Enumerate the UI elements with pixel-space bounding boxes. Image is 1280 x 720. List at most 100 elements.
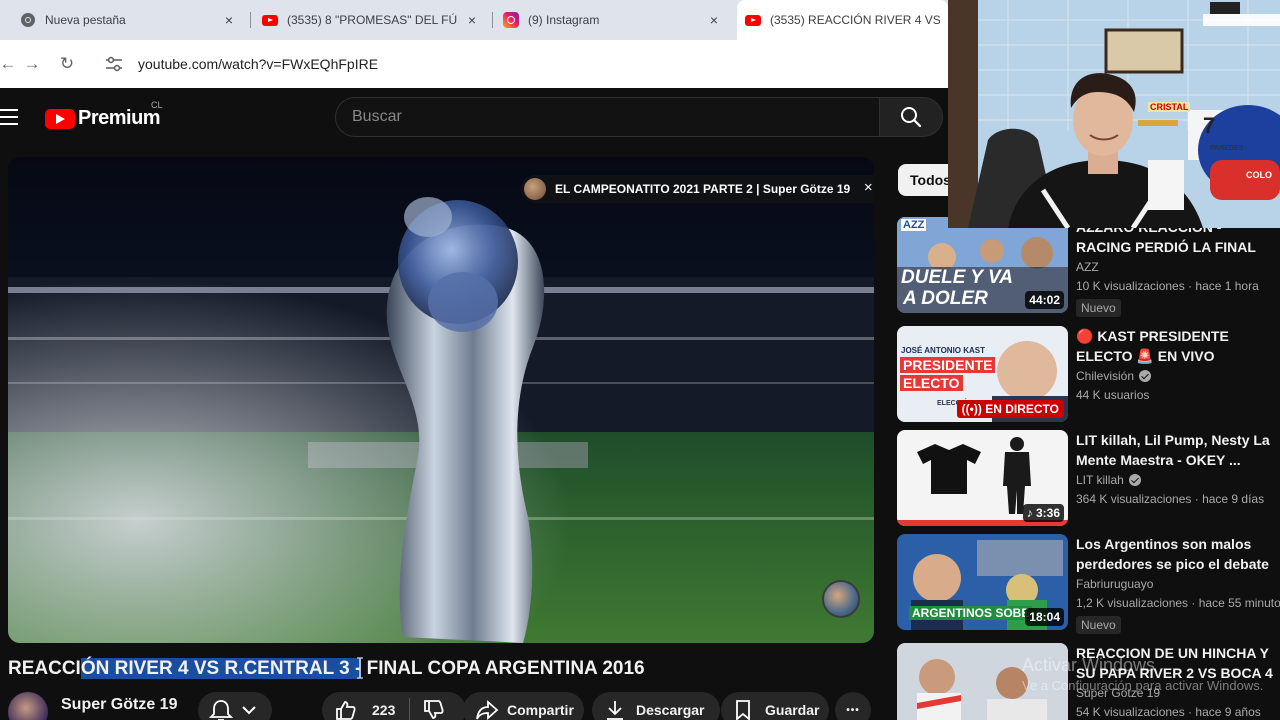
tab-new-tab[interactable]: Nueva pestaña ×	[8, 0, 245, 40]
jersey-name: PAREDES	[1210, 145, 1244, 152]
close-icon[interactable]: ×	[860, 180, 874, 196]
url-field[interactable]: youtube.com/watch?v=FWxEQhFpIRE	[92, 46, 942, 82]
shelf-label: CRISTAL	[1148, 102, 1191, 112]
recommendation-channel[interactable]: Fabriuruguayo	[1076, 577, 1153, 591]
endcard-suggestion[interactable]: EL CAMPEONATITO 2021 PARTE 2 | Super Göt…	[521, 175, 874, 203]
download-button[interactable]: Descargar	[592, 692, 720, 720]
activation-title: Activar Windows	[1022, 655, 1156, 675]
chrome-icon	[20, 12, 36, 28]
search-box	[335, 97, 880, 137]
subscribe-bell-button[interactable]	[198, 692, 272, 720]
video-thumbnail[interactable]: JOSÉ ANTONIO KAST PRESIDENTE ELECTO ELEC…	[897, 326, 1068, 422]
recommendation-item[interactable]: ARGENTINOS SOBE 18:04 Los Argentinos son…	[897, 534, 1280, 634]
thumbnail-text: ELECTO	[900, 375, 963, 391]
address-bar: ← → ↻ youtube.com/watch?v=FWxEQhFpIRE	[0, 40, 948, 88]
menu-icon[interactable]	[0, 109, 18, 125]
more-actions-button[interactable]: •••	[835, 692, 871, 720]
youtube-header: Premium CL	[0, 88, 948, 146]
recommendation-item[interactable]: AZZ DUELE Y VA A DOLER 44:02 AZZARO REAC…	[897, 217, 1280, 317]
live-label: EN DIRECTO	[985, 402, 1059, 416]
search-input[interactable]	[336, 98, 879, 136]
share-button[interactable]: Compartir	[463, 692, 584, 720]
thumbnail-text: DUELE Y VA	[901, 267, 1013, 288]
recommendation-channel[interactable]: LIT killah	[1076, 473, 1141, 487]
bell-icon	[208, 700, 234, 720]
recommendation-channel[interactable]: AZZ	[1076, 260, 1099, 274]
tab-active-reaccion[interactable]: (3535) REACCIÓN RIVER 4 VS R.CENTRAL	[737, 0, 948, 40]
recommendation-meta: 44 K usuarios	[1076, 388, 1150, 402]
recommendation-title[interactable]: 🔴 KAST PRESIDENTE ELECTO 🚨 EN VIVO ELECC…	[1076, 326, 1280, 366]
video-title: REACCIÓN RIVER 4 VS R.CENTRAL 3 - FINAL …	[8, 658, 645, 680]
thumbnail-text: JOSÉ ANTONIO KAST	[901, 346, 986, 355]
video-player[interactable]: EL CAMPEONATITO 2021 PARTE 2 | Super Göt…	[8, 157, 874, 643]
divider	[409, 698, 411, 720]
logo-text: Premium	[78, 107, 161, 129]
windows-activation-watermark: Activar Windows Ve a Configuración para …	[1022, 655, 1263, 693]
forward-arrow-icon[interactable]: →	[20, 52, 44, 76]
endcard-avatar	[524, 178, 546, 200]
youtube-icon	[745, 12, 761, 28]
channel-name: LIT killah	[1076, 473, 1124, 487]
youtube-premium-logo[interactable]: Premium CL	[45, 100, 163, 130]
webcam-overlay: CRISTAL 7 PAREDES COLO	[948, 0, 1280, 228]
close-tab-icon[interactable]: ×	[221, 12, 237, 28]
live-badge: ((•)) EN DIRECTO	[956, 400, 1064, 418]
endcard-title: EL CAMPEONATITO 2021 PARTE 2 | Super Göt…	[555, 182, 851, 196]
search-button[interactable]	[879, 97, 943, 137]
live-icon: ((•))	[961, 402, 986, 416]
channel-avatar[interactable]	[8, 692, 48, 720]
text-cursor-icon	[357, 657, 363, 679]
like-dislike-group: 223	[322, 692, 466, 720]
recommendation-title[interactable]: LIT killah, Lil Pump, Nesty La Mente Mae…	[1076, 430, 1280, 470]
save-button[interactable]: Guardar	[721, 692, 829, 720]
verified-icon	[1139, 370, 1152, 382]
recommendation-meta: 54 K visualizaciones · hace 9 años	[1076, 705, 1261, 719]
save-label: Guardar	[765, 702, 820, 718]
recommendation-meta: 10 K visualizaciones · hace 1 hora	[1076, 279, 1259, 293]
recommendation-item[interactable]: ♪ 3:36 LIT killah, Lil Pump, Nesty La Me…	[897, 430, 1280, 526]
thumbnail-tag: AZZ	[901, 219, 927, 231]
instagram-icon	[503, 12, 519, 28]
tab-label: (9) Instagram	[528, 13, 600, 27]
like-count: 223	[372, 702, 396, 718]
region-code: CL	[151, 100, 163, 110]
recommendation-channel[interactable]: Chilevisión	[1076, 369, 1152, 383]
verified-icon	[1128, 474, 1141, 486]
youtube-icon	[45, 108, 75, 129]
back-arrow-icon[interactable]: ←	[0, 52, 20, 76]
channel-name[interactable]: Super Götze 19	[61, 696, 177, 714]
tab-promesas[interactable]: (3535) 8 "PROMESAS" DEL FÚTBOL ×	[258, 0, 486, 40]
tab-instagram[interactable]: (9) Instagram ×	[500, 0, 728, 40]
video-thumbnail[interactable]: ♪ 3:36	[897, 430, 1068, 526]
search-icon	[901, 107, 922, 128]
recommendation-meta: 1,2 K visualizaciones · hace 55 minutos	[1076, 596, 1280, 610]
title-end: FINAL COPA ARGENTINA 2016	[361, 658, 645, 679]
dislike-icon[interactable]	[422, 699, 444, 720]
close-tab-icon[interactable]: ×	[464, 12, 480, 28]
like-icon[interactable]	[334, 699, 356, 720]
site-settings-icon[interactable]	[104, 54, 124, 74]
thumbnail-text: ARGENTINOS SOBE	[909, 606, 1033, 620]
video-thumbnail[interactable]: ARGENTINOS SOBE 18:04	[897, 534, 1068, 630]
close-tab-icon[interactable]: ×	[706, 12, 722, 28]
browser-tab-strip: Nueva pestaña × (3535) 8 "PROMESAS" DEL …	[0, 0, 948, 40]
download-icon	[607, 701, 623, 720]
pillow-text: COLO	[1246, 170, 1272, 180]
video-actions-row: Super Götze 19 223 Compartir Descargar G…	[8, 692, 948, 720]
channel-name: Chilevisión	[1076, 369, 1135, 383]
new-badge: Nuevo	[1076, 299, 1121, 317]
tab-label: (3535) 8 "PROMESAS" DEL FÚTBOL	[287, 13, 457, 27]
video-thumbnail[interactable]: AZZ DUELE Y VA A DOLER 44:02	[897, 217, 1068, 313]
title-start: REACCI	[8, 658, 81, 679]
tab-divider	[250, 12, 251, 28]
channel-watermark[interactable]	[822, 580, 860, 618]
recommendation-title[interactable]: Los Argentinos son malos perdedores se p…	[1076, 534, 1280, 574]
jersey-number: 7	[1203, 113, 1216, 138]
video-duration: 18:04	[1025, 608, 1064, 626]
recommendation-item[interactable]: JOSÉ ANTONIO KAST PRESIDENTE ELECTO ELEC…	[897, 326, 1280, 422]
video-duration: ♪ 3:36	[1022, 504, 1064, 522]
activation-subtitle: Ve a Configuración para activar Windows.	[1022, 678, 1264, 693]
reload-icon[interactable]: ↻	[55, 52, 79, 76]
url-text: youtube.com/watch?v=FWxEQhFpIRE	[138, 56, 379, 72]
chevron-down-icon	[242, 706, 256, 715]
